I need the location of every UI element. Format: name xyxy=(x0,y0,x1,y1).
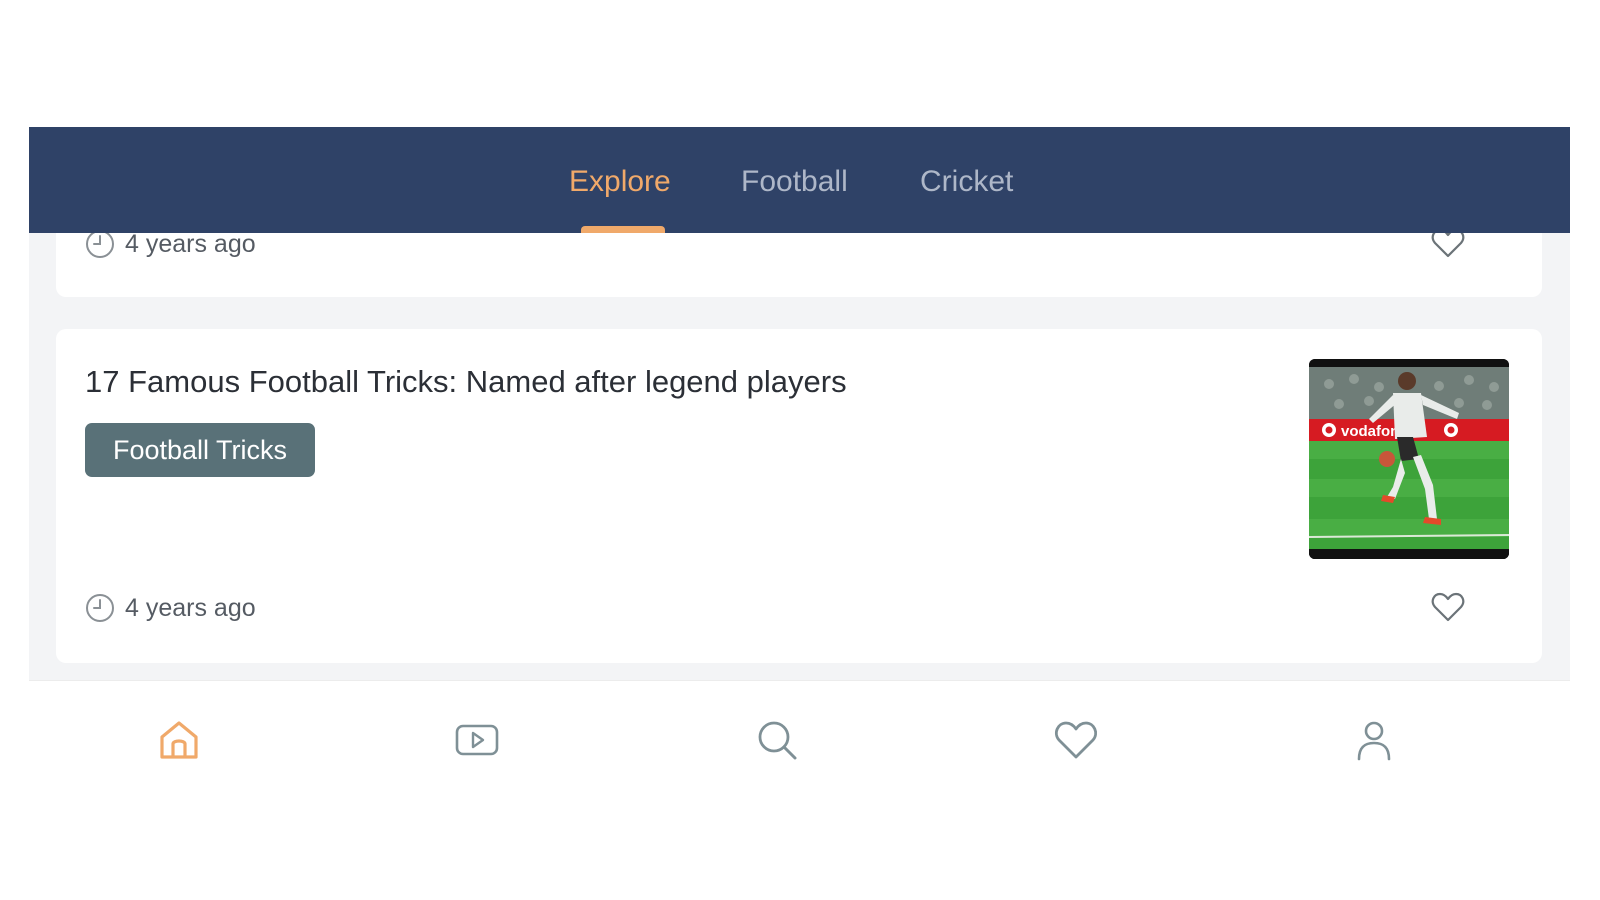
tab-football[interactable]: Football xyxy=(741,165,848,199)
active-tab-indicator xyxy=(581,226,665,233)
article-meta: 4 years ago xyxy=(85,593,256,623)
video-icon[interactable] xyxy=(454,717,500,763)
app-screen: Explore Football Cricket 4 years ago 17 … xyxy=(29,127,1570,793)
profile-icon[interactable] xyxy=(1351,717,1397,763)
article-time: 4 years ago xyxy=(125,593,256,622)
article-tag[interactable]: Football Tricks xyxy=(85,423,315,477)
top-header: Explore Football Cricket xyxy=(29,127,1570,233)
article-thumbnail[interactable]: vodafone xyxy=(1309,359,1509,559)
favorite-heart-icon[interactable] xyxy=(1431,591,1465,623)
thumbnail-image: vodafone xyxy=(1309,359,1509,559)
heart-icon[interactable] xyxy=(1053,717,1099,763)
home-icon[interactable] xyxy=(156,717,202,763)
category-tabs: Explore Football Cricket xyxy=(29,127,1570,233)
article-time: 4 years ago xyxy=(125,229,256,258)
search-icon[interactable] xyxy=(754,717,800,763)
clock-icon xyxy=(86,230,114,258)
clock-icon xyxy=(86,594,114,622)
tab-cricket[interactable]: Cricket xyxy=(920,165,1013,199)
tab-explore[interactable]: Explore xyxy=(569,165,671,199)
article-card[interactable]: 17 Famous Football Tricks: Named after l… xyxy=(56,329,1542,663)
article-title[interactable]: 17 Famous Football Tricks: Named after l… xyxy=(85,364,847,400)
bottom-navigation xyxy=(29,680,1570,793)
article-meta: 4 years ago xyxy=(85,229,256,259)
